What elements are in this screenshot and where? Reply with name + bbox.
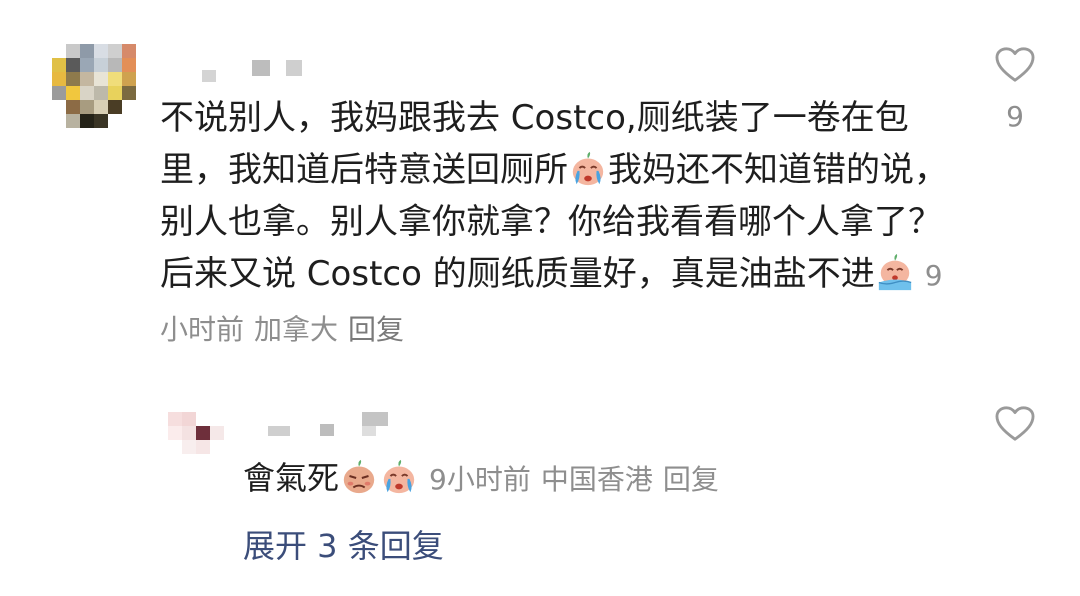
reply-reply-button[interactable]: 回复	[663, 463, 719, 496]
commenter-username-blurred[interactable]	[200, 58, 310, 82]
replier-username-blurred[interactable]	[262, 410, 392, 436]
expand-replies-button[interactable]: 展开 3 条回复	[243, 522, 444, 570]
crying-face-emoji	[383, 459, 415, 494]
replier-avatar[interactable]	[168, 412, 224, 454]
reply-body: 會氣死 9小时前 中国香港 回复	[243, 454, 719, 504]
comment-location: 加拿大	[254, 313, 339, 346]
heart-outline-icon[interactable]	[994, 405, 1036, 443]
reply-time: 9小时前	[429, 463, 531, 496]
annoyed-face-emoji	[343, 459, 375, 494]
comment-reply-button[interactable]: 回复	[348, 313, 404, 346]
crying-face-emoji	[572, 151, 604, 186]
reply-text: 會氣死	[243, 459, 340, 497]
like-count: 9	[1006, 100, 1024, 133]
heart-outline-icon[interactable]	[994, 46, 1036, 84]
reply-location: 中国香港	[540, 463, 653, 496]
crying-sinking-emoji	[878, 254, 912, 291]
commenter-avatar[interactable]	[52, 44, 136, 142]
comment-body: 不说别人，我妈跟我去 Costco,厕纸装了一卷在包里，我知道后特意送回厕所 我…	[160, 92, 950, 356]
